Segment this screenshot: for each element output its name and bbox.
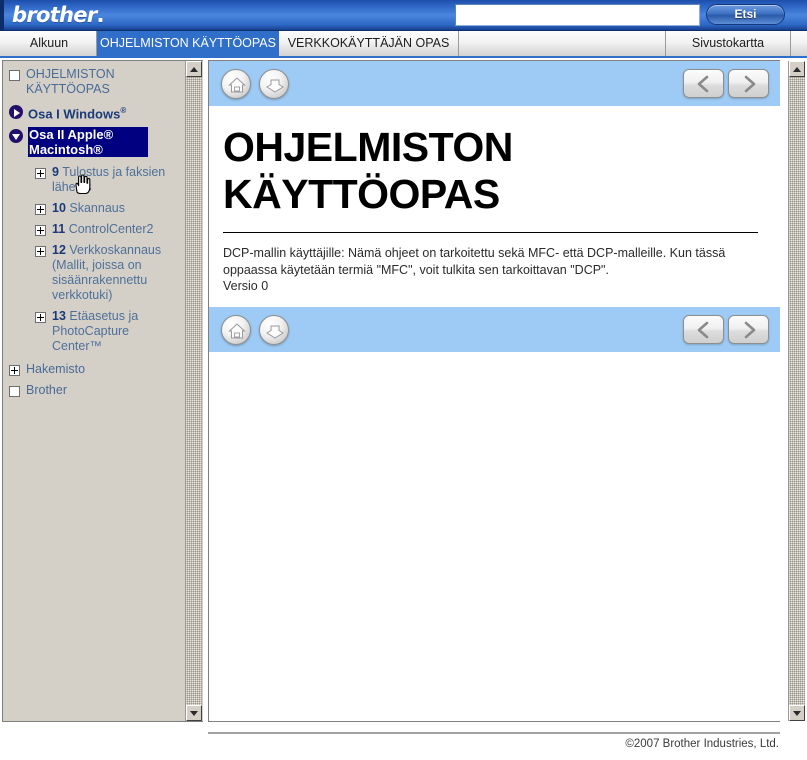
brand-bar-left-edge: [0, 0, 4, 31]
tab-spacer: [459, 31, 666, 56]
book-icon: [266, 325, 284, 339]
expand-plus-icon[interactable]: [35, 168, 46, 180]
chevron-right-icon: [744, 75, 756, 93]
footer: ©2007 Brother Industries, Ltd.: [0, 735, 807, 760]
sidebar-item-label[interactable]: Hakemisto: [26, 362, 85, 377]
home-icon: [228, 77, 246, 93]
index-button-bottom[interactable]: [259, 314, 289, 345]
index-button-top[interactable]: [259, 69, 289, 99]
tab-strip: Alkuun OHJELMISTON KÄYTTÖOPAS VERKKOKÄYT…: [0, 31, 807, 58]
expand-plus-icon[interactable]: [35, 225, 46, 237]
sidebar-item-chapter-10[interactable]: 10 Skannaus: [35, 201, 182, 216]
chapter-number: 11: [52, 222, 66, 237]
sidebar-tree: OHJELMISTON KÄYTTÖOPAS Osa I Windows® Os…: [3, 61, 186, 721]
brother-logo-text: brother: [12, 3, 97, 27]
home-button-bottom[interactable]: [221, 314, 251, 345]
sidebar-item-label[interactable]: Brother: [26, 383, 67, 398]
chevron-left-icon: [697, 75, 709, 93]
page-title-line-1: OHJELMISTON: [223, 124, 513, 170]
chapter-number: 13: [52, 309, 66, 324]
sidebar-item-hakemisto[interactable]: Hakemisto: [9, 362, 182, 377]
chevron-left-icon: [697, 321, 709, 338]
search-button[interactable]: Etsi: [706, 4, 785, 25]
home-icon: [228, 322, 246, 338]
sidebar-item-label-selected[interactable]: Osa II Apple® Macintosh®: [28, 127, 148, 158]
sidebar-item-osa-i-windows[interactable]: Osa I Windows®: [9, 103, 182, 121]
sidebar-scroll-up-button[interactable]: [186, 61, 202, 77]
prev-page-button-top[interactable]: [683, 69, 724, 98]
tab-ohjelmiston-kayttoopas[interactable]: OHJELMISTON KÄYTTÖOPAS: [97, 31, 279, 56]
title-divider: [223, 232, 758, 233]
next-page-button-bottom[interactable]: [728, 314, 769, 344]
chapter-number: 10: [52, 201, 66, 216]
sidebar-item-label[interactable]: 9 Tulostus ja faksien lähetys: [52, 165, 182, 195]
main-content-panel: OHJELMISTON KÄYTTÖOPAS DCP-mallin käyttä…: [208, 60, 780, 722]
brand-header-bar: brother. Etsi: [0, 0, 807, 31]
expand-plus-icon[interactable]: [9, 365, 20, 377]
checkbox-toggle-icon[interactable]: [9, 70, 20, 81]
expand-plus-icon[interactable]: [35, 204, 46, 216]
checkbox-toggle-icon[interactable]: [9, 386, 20, 398]
sidebar-item-label[interactable]: 10 Skannaus: [52, 201, 182, 216]
copyright-text: ©2007 Brother Industries, Ltd.: [625, 738, 779, 750]
sidebar-item-osa-ii-apple-macintosh[interactable]: Osa II Apple® Macintosh®: [9, 127, 182, 158]
next-page-button-top[interactable]: [728, 69, 769, 98]
chapter-number: 12: [52, 243, 66, 258]
sidebar-item-label[interactable]: 13 Etäasetus ja PhotoCapture Center™: [52, 309, 182, 354]
chapter-title: ControlCenter2: [68, 222, 154, 237]
sidebar-item-label[interactable]: 12 Verkkoskannaus (Mallit, joissa on sis…: [52, 243, 182, 303]
sidebar-item-label[interactable]: 11 ControlCenter2: [52, 222, 182, 237]
home-button-top[interactable]: [221, 69, 251, 99]
expand-plus-icon[interactable]: [35, 246, 46, 258]
chapter-title: Verkkoskannaus (Mallit, joissa on sisään…: [52, 243, 162, 303]
sidebar-panel: OHJELMISTON KÄYTTÖOPAS Osa I Windows® Os…: [2, 60, 203, 722]
search-input[interactable]: [455, 4, 700, 26]
navbar-bottom: [209, 306, 780, 352]
brother-logo-dot: .: [96, 3, 105, 27]
triangle-right-icon[interactable]: [9, 105, 23, 119]
sidebar-item-label[interactable]: OHJELMISTON KÄYTTÖOPAS: [26, 67, 176, 97]
sidebar-scroll-down-button[interactable]: [186, 705, 202, 721]
sidebar-item-chapter-9[interactable]: 9 Tulostus ja faksien lähetys: [35, 165, 182, 195]
sidebar-item-chapter-13[interactable]: 13 Etäasetus ja PhotoCapture Center™: [35, 309, 182, 354]
tab-verkkokayttajan-opas[interactable]: VERKKOKÄYTTÄJÄN OPAS: [279, 31, 459, 56]
triangle-down-icon[interactable]: [9, 129, 23, 144]
page-title: OHJELMISTON KÄYTTÖOPAS: [223, 124, 758, 218]
sidebar-scrollbar[interactable]: [185, 61, 202, 721]
sidebar-item-brother[interactable]: Brother: [9, 383, 182, 398]
content-scroll-down-button[interactable]: [789, 705, 805, 721]
chapter-title: Tulostus ja faksien lähetys: [52, 165, 166, 195]
tab-sivustokartta[interactable]: Sivustokartta: [666, 31, 791, 56]
sidebar-item-ohjelmiston-kayttoopas[interactable]: OHJELMISTON KÄYTTÖOPAS: [9, 67, 182, 97]
footer-divider: [208, 732, 780, 734]
expand-plus-icon[interactable]: [35, 312, 46, 324]
sidebar-item-chapter-12[interactable]: 12 Verkkoskannaus (Mallit, joissa on sis…: [35, 243, 182, 303]
registered-mark: ®: [120, 106, 127, 115]
content-scroll-up-button[interactable]: [789, 61, 805, 77]
chapter-title: Skannaus: [69, 201, 125, 216]
intro-paragraph: DCP-mallin käyttäjille: Nämä ohjeet on t…: [223, 246, 726, 293]
sidebar-item-label[interactable]: Osa I Windows®: [28, 103, 126, 121]
brother-logo: brother.: [12, 3, 105, 27]
prev-page-button-bottom[interactable]: [683, 314, 724, 344]
content-scrollbar[interactable]: [788, 61, 805, 721]
chevron-right-icon: [744, 321, 756, 338]
page-title-line-2: KÄYTTÖOPAS: [223, 171, 500, 217]
book-icon: [266, 79, 284, 93]
sidebar-item-chapter-11[interactable]: 11 ControlCenter2: [35, 222, 182, 237]
document-body: OHJELMISTON KÄYTTÖOPAS DCP-mallin käyttä…: [209, 106, 780, 295]
tab-alkuun[interactable]: Alkuun: [2, 31, 97, 56]
chapter-number: 9: [52, 165, 59, 180]
navbar-top: [209, 61, 780, 106]
